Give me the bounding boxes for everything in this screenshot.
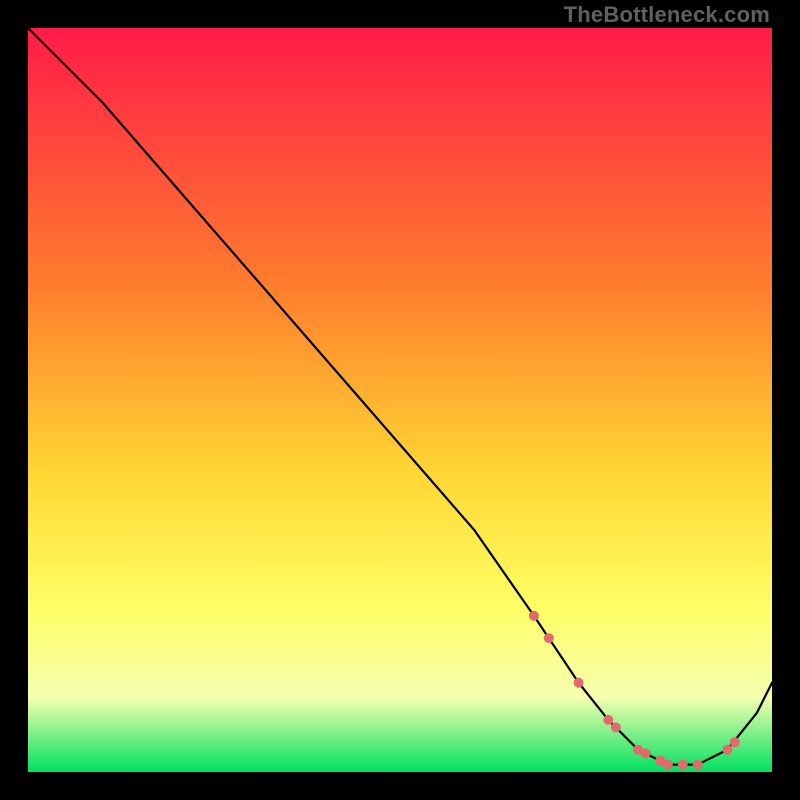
gradient-background — [28, 28, 772, 772]
marker-dot — [529, 611, 539, 621]
marker-dot — [730, 737, 740, 747]
bottleneck-plot — [28, 28, 772, 772]
chart-frame: TheBottleneck.com — [0, 0, 800, 800]
marker-dot — [722, 745, 732, 755]
marker-dot — [574, 678, 584, 688]
marker-dot — [603, 715, 613, 725]
marker-dot — [678, 760, 688, 770]
watermark-text: TheBottleneck.com — [564, 2, 770, 28]
marker-dot — [611, 722, 621, 732]
marker-dot — [544, 633, 554, 643]
marker-dot — [663, 760, 673, 770]
marker-dot — [693, 760, 703, 770]
marker-dot — [641, 748, 651, 758]
